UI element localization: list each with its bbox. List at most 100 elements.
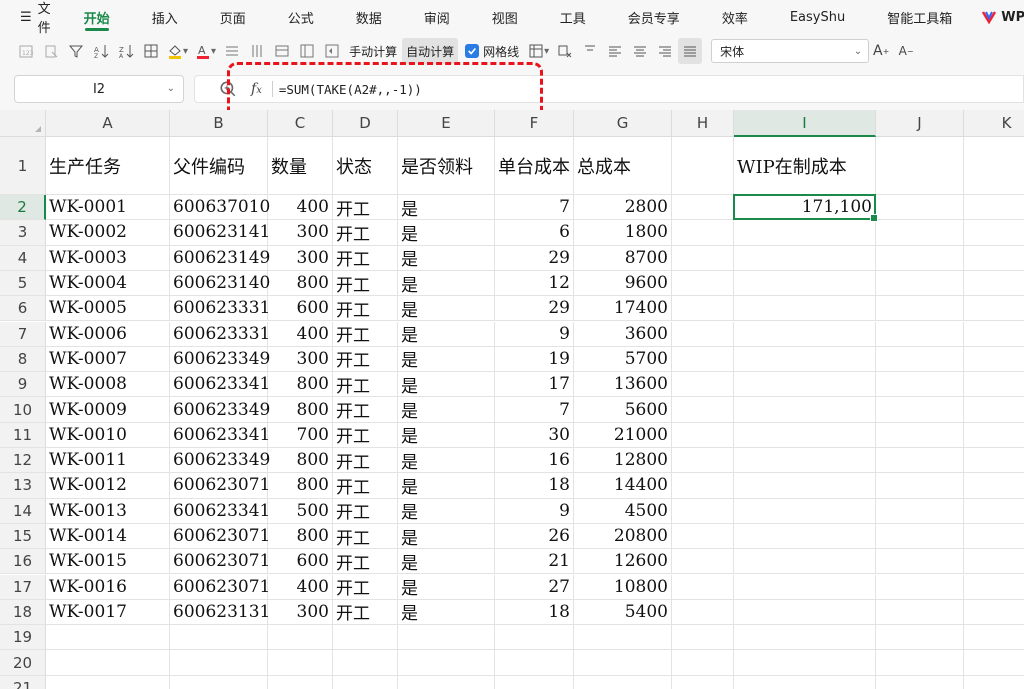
cell-G15[interactable]: 20800: [574, 523, 672, 550]
border-icon[interactable]: [139, 38, 163, 64]
row-header-15[interactable]: 15: [0, 523, 46, 550]
cell-A9[interactable]: WK-0008: [46, 372, 170, 398]
cell-D1[interactable]: 状态: [333, 137, 398, 195]
align-left-icon[interactable]: [603, 38, 627, 64]
cell-E4[interactable]: 是: [398, 245, 495, 271]
tab-10[interactable]: EasyShu: [769, 0, 866, 34]
cell-H3[interactable]: [672, 220, 734, 246]
cell-H7[interactable]: [672, 321, 734, 347]
cell-I16[interactable]: [734, 549, 876, 575]
cell-A8[interactable]: WK-0007: [46, 346, 170, 373]
tab-1[interactable]: 插入: [131, 0, 199, 34]
file-menu[interactable]: ☰ 文件: [0, 0, 63, 36]
cell-F13[interactable]: 18: [495, 473, 574, 499]
cell-K6[interactable]: [964, 296, 1024, 322]
increase-font-icon[interactable]: A +: [869, 38, 893, 64]
cell-H17[interactable]: [672, 574, 734, 600]
tab-4[interactable]: 数据: [335, 0, 403, 34]
cell-I10[interactable]: [734, 397, 876, 423]
cell-A11[interactable]: WK-0010: [46, 422, 170, 448]
cell-H1[interactable]: [672, 137, 734, 195]
cell-E12[interactable]: 是: [398, 448, 495, 474]
cell-B19[interactable]: [170, 625, 268, 651]
cell-K20[interactable]: [964, 650, 1024, 676]
cell-F16[interactable]: 21: [495, 549, 574, 575]
row-header-7[interactable]: 7: [0, 321, 46, 347]
cell-A21[interactable]: [46, 675, 170, 689]
cell-F18[interactable]: 18: [495, 599, 574, 626]
row-header-17[interactable]: 17: [0, 574, 46, 600]
tab-2[interactable]: 页面: [199, 0, 267, 34]
cell-A20[interactable]: [46, 650, 170, 676]
cell-H13[interactable]: [672, 473, 734, 499]
column-header-I[interactable]: I: [734, 110, 876, 137]
cell-K19[interactable]: [964, 625, 1024, 651]
cell-C18[interactable]: 300: [268, 599, 333, 626]
formula-input[interactable]: fx =SUM(TAKE(A2#,,-1)): [194, 75, 1024, 103]
cell-B11[interactable]: 600623341: [170, 422, 270, 448]
row-header-11[interactable]: 11: [0, 422, 46, 448]
sort-ascending-icon[interactable]: AZ: [89, 38, 113, 64]
cell-E11[interactable]: 是: [398, 422, 495, 448]
cell-J5[interactable]: [876, 270, 964, 297]
cell-G5[interactable]: 9600: [574, 270, 672, 297]
cell-G3[interactable]: 1800: [574, 220, 672, 246]
cell-J11[interactable]: [876, 422, 964, 448]
cell-I20[interactable]: [734, 650, 876, 676]
cell-J7[interactable]: [876, 321, 964, 347]
cell-F20[interactable]: [495, 650, 574, 676]
cell-G17[interactable]: 10800: [574, 574, 672, 600]
cell-I18[interactable]: [734, 599, 876, 626]
tab-5[interactable]: 审阅: [403, 0, 471, 34]
cell-E19[interactable]: [398, 625, 495, 651]
cell-I9[interactable]: [734, 372, 876, 398]
cell-D6[interactable]: 开工: [333, 296, 398, 322]
justify-icon[interactable]: [678, 38, 703, 64]
cell-B20[interactable]: [170, 650, 268, 676]
column-header-C[interactable]: C: [268, 110, 333, 137]
cell-H15[interactable]: [672, 523, 734, 550]
cell-D16[interactable]: 开工: [333, 549, 398, 575]
cell-E16[interactable]: 是: [398, 549, 495, 575]
cell-A16[interactable]: WK-0015: [46, 549, 170, 575]
cell-G7[interactable]: 3600: [574, 321, 672, 347]
cell-C20[interactable]: [268, 650, 333, 676]
cell-H16[interactable]: [672, 549, 734, 575]
cell-C16[interactable]: 600: [268, 549, 333, 575]
wps-brand[interactable]: WPS: [973, 9, 1024, 25]
cell-H6[interactable]: [672, 296, 734, 322]
cell-F6[interactable]: 29: [495, 296, 574, 322]
cell-B2[interactable]: 600637010: [170, 195, 270, 221]
cell-K3[interactable]: [964, 220, 1024, 246]
cell-J3[interactable]: [876, 220, 964, 246]
select-all-corner[interactable]: [0, 110, 46, 137]
cell-G20[interactable]: [574, 650, 672, 676]
cell-G6[interactable]: 17400: [574, 296, 672, 322]
cell-G9[interactable]: 13600: [574, 372, 672, 398]
row-header-4[interactable]: 4: [0, 245, 46, 271]
cell-F15[interactable]: 26: [495, 523, 574, 550]
cell-E21[interactable]: [398, 675, 495, 689]
column-header-A[interactable]: A: [46, 110, 170, 137]
cell-H10[interactable]: [672, 397, 734, 423]
tab-0[interactable]: 开始: [63, 0, 131, 34]
cell-C9[interactable]: 800: [268, 372, 333, 398]
column-header-H[interactable]: H: [672, 110, 734, 137]
cell-J15[interactable]: [876, 523, 964, 550]
cell-A1[interactable]: 生产任务: [46, 137, 170, 195]
cell-G14[interactable]: 4500: [574, 498, 672, 524]
cell-G18[interactable]: 5400: [574, 599, 672, 626]
tab-9[interactable]: 效率: [701, 0, 769, 34]
cell-I7[interactable]: [734, 321, 876, 347]
column-header-B[interactable]: B: [170, 110, 268, 137]
cell-E9[interactable]: 是: [398, 372, 495, 398]
cell-C21[interactable]: [268, 675, 333, 689]
cell-E2[interactable]: 是: [398, 195, 495, 221]
cell-C15[interactable]: 800: [268, 523, 333, 550]
cell-A4[interactable]: WK-0003: [46, 245, 170, 271]
cell-C6[interactable]: 600: [268, 296, 333, 322]
row-header-5[interactable]: 5: [0, 270, 46, 297]
cell-I19[interactable]: [734, 625, 876, 651]
cell-J13[interactable]: [876, 473, 964, 499]
cell-F7[interactable]: 9: [495, 321, 574, 347]
